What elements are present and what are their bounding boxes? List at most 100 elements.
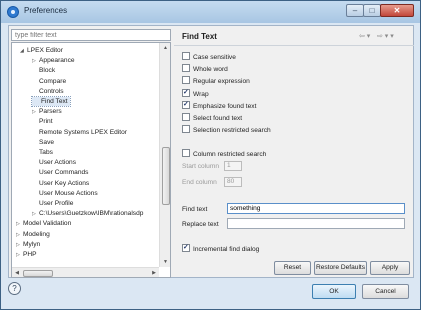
back-arrow-icon[interactable]: ⇦ ▾ [359,32,370,40]
scroll-thumb[interactable] [23,270,53,277]
close-button[interactable]: ✕ [380,4,414,17]
window-title: Preferences [24,6,68,15]
option-checkbox[interactable]: Whole word [182,64,228,74]
tree-item[interactable]: ▷ Appearance [32,56,75,65]
tree-item-label: Modeling [23,230,50,238]
forward-arrow-icon[interactable]: ⇨ ▾ ▾ [377,32,394,40]
minimize-button[interactable]: – [346,4,364,17]
checkbox-box[interactable] [182,64,190,73]
tree-item-label: PHP [23,251,37,258]
checkbox-label: Wrap [193,90,209,98]
ok-button[interactable]: OK [312,284,356,299]
scroll-left-arrow-icon[interactable]: ◀ [12,268,22,277]
checkbox-box[interactable] [182,88,190,98]
tree-item[interactable]: User Mouse Actions [32,189,98,198]
tree-item[interactable]: Controls [32,87,64,96]
tree-item[interactable]: Compare [32,77,66,86]
checkbox-box[interactable] [182,149,190,157]
tree-item[interactable]: ▷ Model Validation [16,219,71,228]
tree-item[interactable]: ▷ C:\Users\Guetzkow\IBM\rationalsdp [32,209,143,218]
title-bar[interactable]: Preferences – □ ✕ [1,1,420,23]
tree-horizontal-scrollbar[interactable]: ◀ ▶ [12,267,159,277]
checkbox-label: Select found text [193,115,243,122]
tree-item[interactable]: ▷ Modeling [16,230,50,239]
scroll-right-arrow-icon[interactable]: ▶ [149,268,159,277]
tree-item-label: User Profile [39,200,74,207]
expanded-twisty-icon[interactable]: ◢ [20,47,27,56]
scroll-thumb[interactable] [162,147,170,205]
checkbox-label: Column restricted search [193,151,267,158]
scroll-up-arrow-icon[interactable]: ▲ [160,43,170,53]
end-column-field[interactable]: 80 [224,177,242,187]
eclipse-app-icon [7,6,19,18]
checkbox-label: Case sensitive [193,54,236,61]
tree-item[interactable]: User Profile [32,199,73,208]
tree-item-label: Block [39,67,56,75]
column-restricted-checkbox[interactable]: Column restricted search [182,149,266,159]
tree-item[interactable]: User Commands [32,168,88,177]
help-icon[interactable]: ? [8,282,21,295]
scroll-down-arrow-icon[interactable]: ▼ [160,257,170,267]
tree-vertical-scrollbar[interactable]: ▲ ▼ [159,43,170,267]
collapsed-twisty-icon[interactable]: ▷ [32,108,39,117]
option-checkbox[interactable]: Case sensitive [182,52,236,62]
tree-item[interactable]: ◢ LPEX Editor [20,46,63,55]
tree-item-label: Appearance [39,57,75,65]
replace-text-input[interactable] [227,218,405,229]
apply-button[interactable]: Apply [370,261,410,275]
tree-item[interactable]: User Key Actions [32,179,89,188]
tree-item-label: Parsers [39,108,62,116]
collapsed-twisty-icon[interactable]: ▷ [16,241,23,250]
maximize-button[interactable]: □ [363,4,381,17]
preference-page: Find Text ⇦ ▾ ⇨ ▾ ▾ Case sensitive Whole … [174,26,414,278]
tree-item-label: Save [39,138,55,146]
tree-item[interactable]: ▷ Mylyn [16,240,40,249]
option-checkbox[interactable]: Selection restricted search [182,125,271,135]
preferences-window: Preferences – □ ✕ ▲ ▼ ◀ ▶ ◢LPEX Editor▷A… [0,0,421,310]
page-header: Find Text ⇦ ▾ ⇨ ▾ ▾ [174,26,414,46]
tree-item[interactable]: Remote Systems LPEX Editor [32,128,127,137]
find-text-input[interactable] [227,203,405,214]
checkbox-label: Emphasize found text [193,102,257,110]
collapsed-twisty-icon[interactable]: ▷ [16,220,23,229]
checkbox-label: Whole word [193,66,228,74]
tree-item[interactable]: Tabs [32,148,53,157]
checkbox-box[interactable] [182,76,190,85]
preference-tree: ▲ ▼ ◀ ▶ ◢ LPEX Editor ▷ Appearance Block Comp… [11,42,171,278]
collapsed-twisty-icon[interactable]: ▷ [16,251,23,260]
checkbox-box[interactable] [182,52,190,60]
collapsed-twisty-icon[interactable]: ▷ [32,57,39,66]
option-checkbox[interactable]: Regular expression [182,76,250,86]
tree-item-label: Controls [39,87,64,95]
tree-item[interactable]: ▷ PHP [16,250,37,259]
start-column-field[interactable]: 1 [224,161,242,171]
tree-item[interactable]: Block [32,66,55,75]
incremental-find-checkbox[interactable]: Incremental find dialog [182,243,260,254]
cancel-button[interactable]: Cancel [362,284,409,299]
tree-item[interactable]: Print [32,117,53,126]
option-checkbox[interactable]: Select found text [182,113,242,123]
reset-button[interactable]: Reset [274,261,311,275]
tree-item[interactable]: Find Text [31,96,71,107]
option-checkbox[interactable]: Wrap [182,88,209,99]
restore-defaults-button[interactable]: Restore Defaults [314,261,367,275]
tree-item[interactable]: Save [32,138,54,147]
tree-item-label: Model Validation [23,220,72,228]
collapsed-twisty-icon[interactable]: ▷ [32,210,39,219]
option-checkbox[interactable]: Emphasize found text [182,100,257,111]
checkbox-box[interactable] [182,100,190,110]
checkbox-box[interactable] [182,125,190,134]
checkbox-label: Incremental find dialog [193,246,260,253]
end-column-label: End column [182,179,217,186]
start-column-label: Start column [182,163,220,170]
tree-item-label: User Actions [39,159,77,167]
tree-item[interactable]: ▷ Parsers [32,107,62,116]
checkbox-box[interactable] [182,113,190,121]
filter-input[interactable] [11,29,171,41]
checkbox-box[interactable] [182,243,190,253]
tree-item-label: Tabs [39,149,53,156]
tree-item[interactable]: User Actions [32,158,76,167]
collapsed-twisty-icon[interactable]: ▷ [16,231,23,240]
dialog-client-area: ▲ ▼ ◀ ▶ ◢LPEX Editor▷AppearanceBlockComp… [8,25,414,278]
tree-item-label: C:\Users\Guetzkow\IBM\rationalsdp [39,210,144,218]
